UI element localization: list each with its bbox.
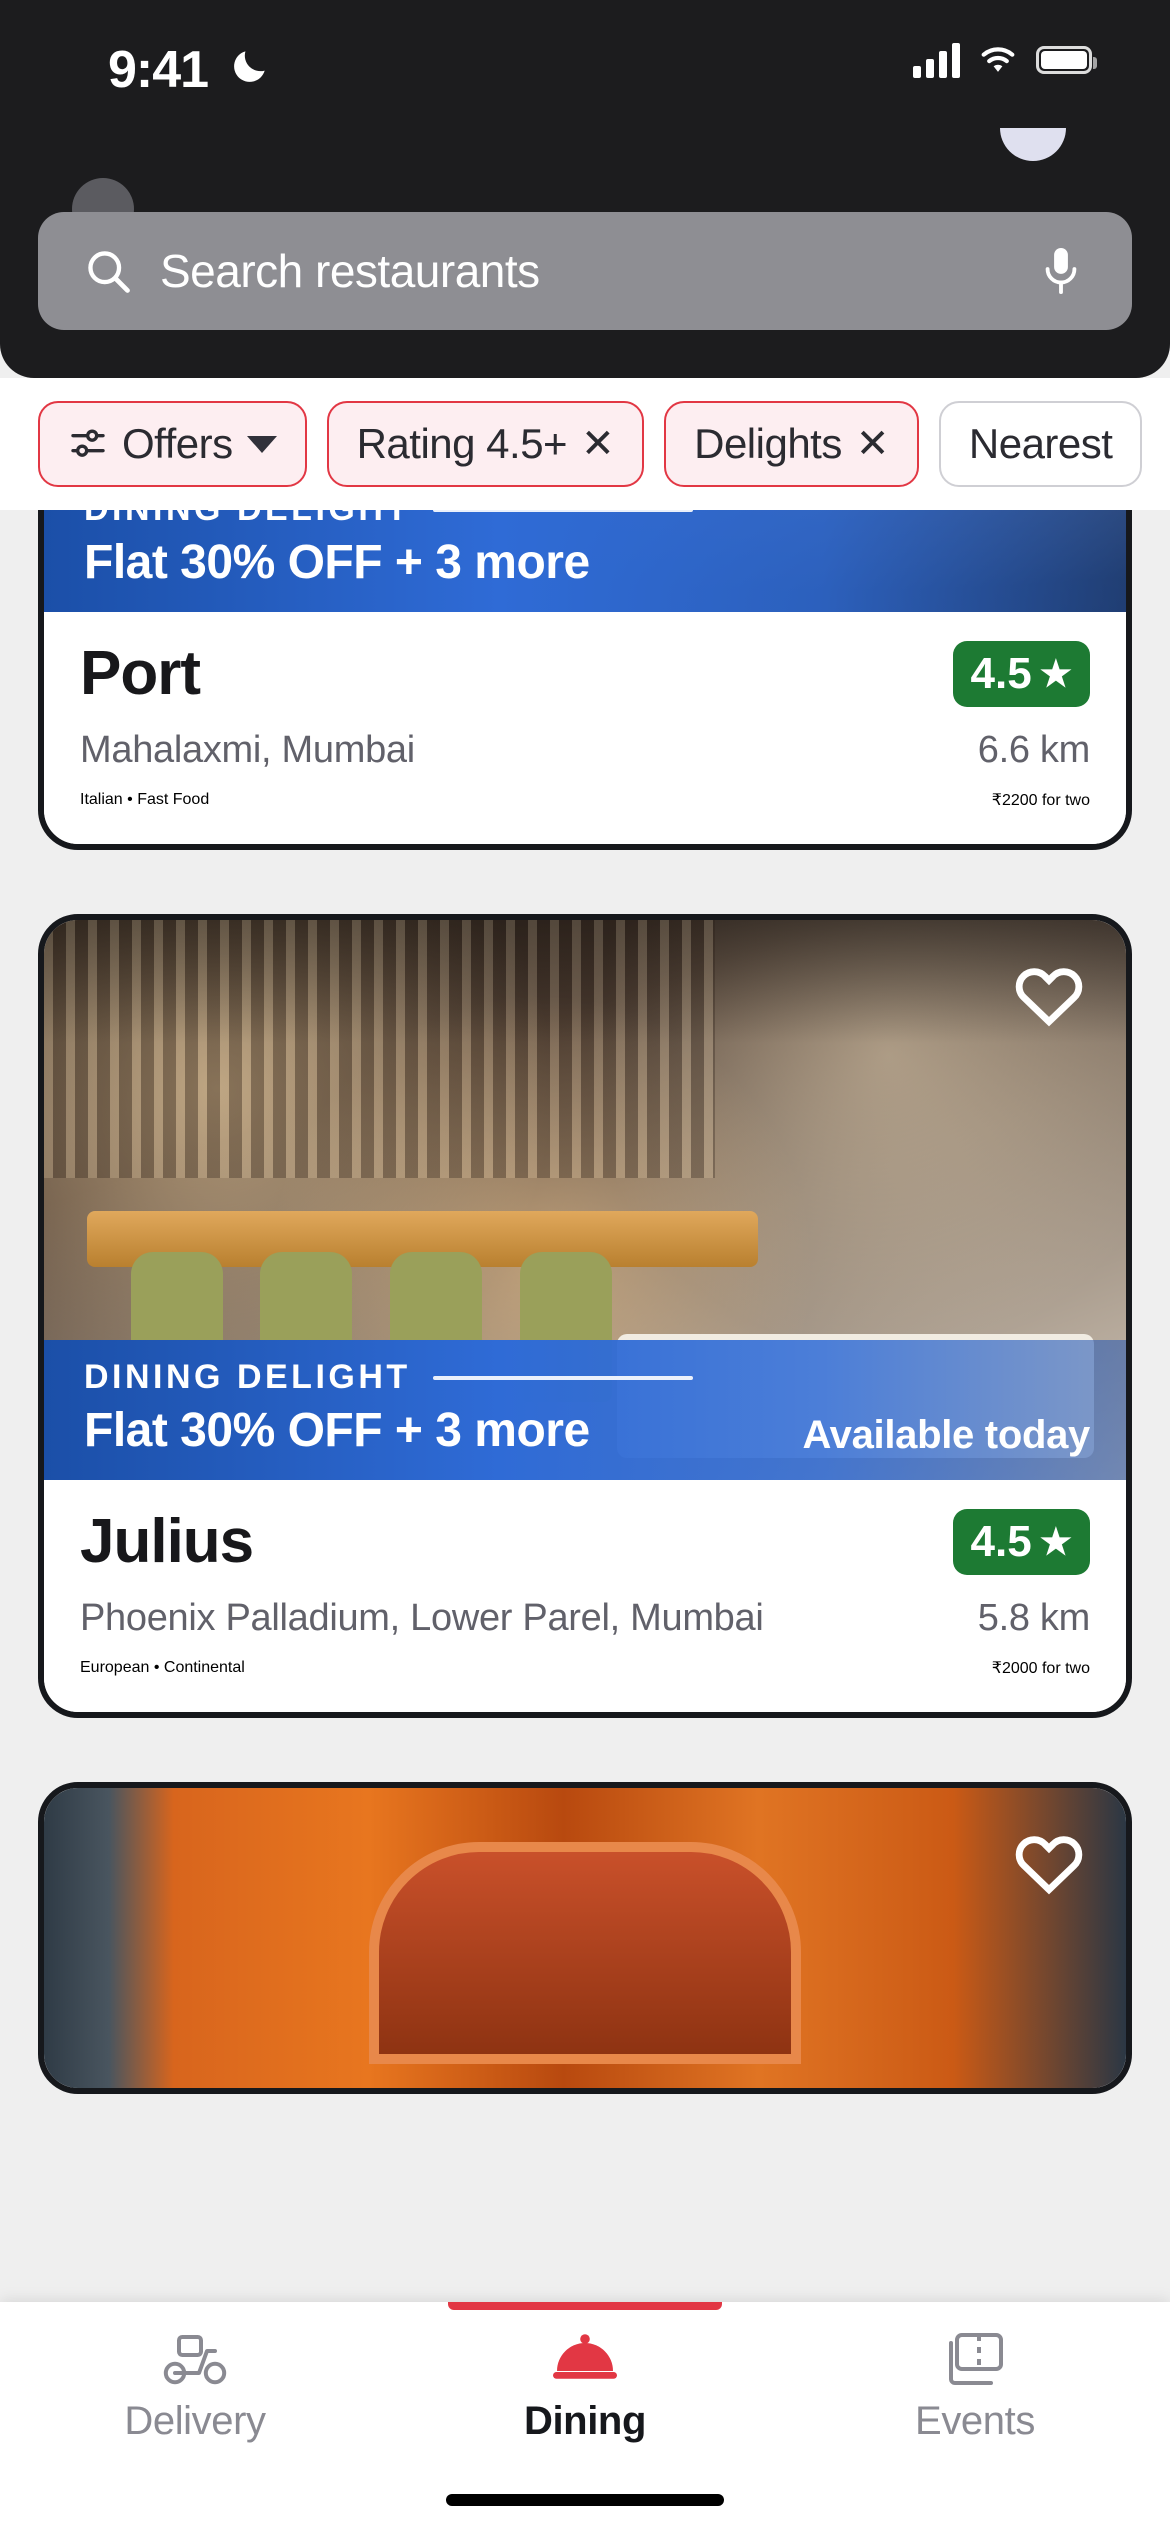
star-icon: ★ — [1039, 652, 1072, 694]
tickets-icon — [949, 2332, 1003, 2385]
filter-chip-label: Delights — [694, 420, 842, 467]
food-cloche-icon — [553, 2333, 617, 2379]
tab-label: Dining — [523, 2398, 646, 2443]
restaurant-title-row: Port 4.5 ★ — [80, 638, 1090, 709]
restaurant-card[interactable]: DINING DELIGHT Flat 30% OFF + 3 more Ava… — [38, 914, 1132, 1718]
restaurant-distance: 5.8 km — [977, 1597, 1091, 1639]
status-bar-time: 9:41 — [108, 41, 209, 99]
search-input-placeholder[interactable]: Search restaurants — [160, 244, 540, 298]
star-icon: ★ — [1039, 1520, 1072, 1562]
restaurant-cuisines: Italian • Fast Food — [80, 791, 210, 808]
filter-chip-row[interactable]: Offers Rating 4.5+ ✕ Delights ✕ Nearest — [0, 378, 1170, 510]
tab-delivery[interactable]: Delivery — [0, 2302, 390, 2470]
restaurant-locality: Mahalaxmi, Mumbai — [80, 729, 415, 771]
filter-chip-label: Rating 4.5+ — [356, 420, 568, 467]
filter-chip-delights[interactable]: Delights ✕ — [664, 401, 919, 487]
bottom-navigation[interactable]: Delivery Dining Events — [0, 2302, 1170, 2532]
restaurant-list[interactable]: DINING DELIGHT Flat 30% OFF + 3 more Por… — [0, 510, 1170, 2380]
restaurant-info: Julius 4.5 ★ Phoenix Palladium, Lower Pa… — [44, 1480, 1126, 1712]
active-tab-indicator — [448, 2302, 722, 2310]
rating-badge: 4.5 ★ — [952, 1508, 1090, 1575]
scooter-icon — [163, 2334, 227, 2384]
app-header: 9:41 Search restaurants — [0, 0, 1170, 378]
availability-label: Available today — [802, 1413, 1091, 1457]
offer-kicker-label: DINING DELIGHT — [84, 1358, 411, 1396]
restaurant-photo: DINING DELIGHT Flat 30% OFF + 3 more — [44, 510, 1126, 612]
restaurant-locality-row: Phoenix Palladium, Lower Parel, Mumbai 5… — [80, 1597, 1090, 1640]
restaurant-locality: Phoenix Palladium, Lower Parel, Mumbai — [80, 1597, 764, 1639]
restaurant-locality-row: Mahalaxmi, Mumbai 6.6 km — [80, 729, 1090, 772]
filter-chip-label: Offers — [122, 420, 233, 467]
chevron-down-icon — [246, 435, 277, 453]
tab-label: Events — [915, 2398, 1035, 2443]
search-icon — [88, 251, 130, 293]
tab-dining[interactable]: Dining — [390, 2302, 780, 2470]
restaurant-cuisines: European • Continental — [80, 1659, 245, 1676]
offer-text: Flat 30% OFF + 3 more — [84, 536, 590, 589]
scrolled-overlay-shape — [1000, 128, 1066, 161]
restaurant-distance: 6.6 km — [977, 729, 1091, 771]
sliders-icon — [71, 429, 105, 457]
restaurant-title-row: Julius 4.5 ★ — [80, 1506, 1090, 1577]
rating-value: 4.5 — [970, 1516, 1032, 1566]
favorite-heart-icon[interactable] — [1010, 956, 1088, 1034]
restaurant-photo: DINING DELIGHT Flat 30% OFF + 3 more Ava… — [44, 920, 1126, 1480]
close-icon[interactable]: ✕ — [856, 421, 890, 467]
favorite-heart-icon[interactable] — [1010, 1824, 1088, 1902]
restaurant-name: Port — [80, 639, 201, 708]
offer-divider-line — [432, 510, 693, 512]
wifi-icon — [981, 47, 1015, 72]
rating-value: 4.5 — [970, 648, 1032, 698]
restaurant-info: Port 4.5 ★ Mahalaxmi, Mumbai 6.6 km Ital… — [44, 612, 1126, 844]
microphone-icon[interactable] — [1038, 243, 1084, 299]
restaurant-name: Julius — [80, 1507, 254, 1576]
restaurant-price: ₹2000 for two — [991, 1660, 1090, 1677]
filter-chip-offers[interactable]: Offers — [38, 401, 307, 487]
close-icon[interactable]: ✕ — [581, 421, 615, 467]
search-bar[interactable]: Search restaurants — [38, 212, 1132, 330]
tab-label: Delivery — [124, 2398, 266, 2443]
cellular-signal-icon — [913, 42, 960, 78]
offer-kicker: DINING DELIGHT — [84, 510, 1086, 529]
restaurant-photo — [44, 1788, 1126, 2088]
restaurant-cuisine-row: European • Continental ₹2000 for two — [80, 1658, 1090, 1678]
offer-banner: DINING DELIGHT Flat 30% OFF + 3 more — [44, 510, 1126, 612]
restaurant-price: ₹2200 for two — [991, 792, 1090, 809]
home-indicator — [446, 2494, 724, 2506]
rating-badge: 4.5 ★ — [952, 640, 1090, 707]
restaurant-cuisine-row: Italian • Fast Food ₹2200 for two — [80, 790, 1090, 810]
offer-kicker-label: DINING DELIGHT — [84, 510, 411, 529]
offer-kicker: DINING DELIGHT — [84, 1358, 1086, 1397]
tab-events[interactable]: Events — [780, 2302, 1170, 2470]
moon-icon — [234, 51, 265, 82]
filter-chip-rating[interactable]: Rating 4.5+ ✕ — [326, 401, 645, 487]
status-bar-indicators — [913, 42, 1097, 78]
offer-divider-line — [432, 1375, 693, 1380]
status-bar: 9:41 — [0, 0, 1170, 120]
offer-banner: DINING DELIGHT Flat 30% OFF + 3 more Ava… — [44, 1340, 1126, 1480]
filter-chip-nearest[interactable]: Nearest — [938, 401, 1143, 487]
restaurant-card[interactable] — [38, 1782, 1132, 2094]
restaurant-card[interactable]: DINING DELIGHT Flat 30% OFF + 3 more Por… — [38, 510, 1132, 850]
battery-icon — [1036, 46, 1097, 74]
filter-chip-label: Nearest — [968, 420, 1113, 467]
